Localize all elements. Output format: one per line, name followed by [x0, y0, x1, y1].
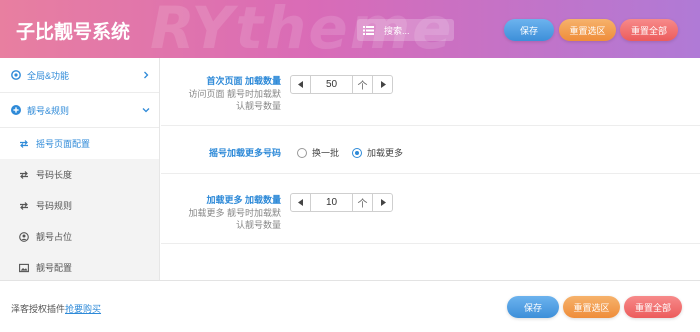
decrement-button[interactable] [291, 194, 311, 211]
setting-label: 加载更多 加载数量 [206, 195, 281, 205]
sidebar-item-number-length[interactable]: 号码长度 [0, 159, 159, 190]
sidebar-item-label: 摇号页面配置 [36, 139, 91, 149]
unit-label: 个 [352, 76, 372, 93]
license-label: 泽客授权插件 [11, 304, 66, 314]
header-bar: RYtheme 子比靓号系统 搜索... 保存 重置选区 重置全部 [0, 0, 700, 58]
caret-right-icon [380, 81, 386, 88]
unit-label: 个 [352, 194, 372, 211]
sidebar-section-label: 靓号&规则 [27, 105, 70, 116]
chevron-right-icon [144, 71, 149, 79]
swap-icon [20, 201, 28, 210]
footer-bar: 泽客授权插件抢要购买 保存 重置选区 重置全部 [0, 280, 700, 332]
swap-icon [20, 139, 28, 148]
sidebar-item-label: 靓号占位 [36, 232, 73, 242]
sidebar-item-number-rules[interactable]: 号码规则 [0, 190, 159, 221]
sidebar-section-rules[interactable]: 靓号&规则 [0, 93, 159, 128]
reset-all-button[interactable]: 重置全部 [620, 19, 678, 41]
app-title: 子比靓号系统 [16, 21, 131, 43]
sidebar-item-label: 号码长度 [36, 170, 73, 180]
first-load-stepper[interactable]: 50 个 [290, 75, 393, 94]
caret-left-icon [297, 199, 303, 206]
sidebar: 全局&功能 靓号&规则 摇号页面配置 号码长度 号码规则 靓号占位 靓号配置 [0, 58, 160, 280]
setting-label: 摇号加载更多号码 [208, 148, 281, 158]
list-icon [363, 25, 374, 35]
increment-button[interactable] [372, 194, 392, 211]
increment-button[interactable] [372, 76, 392, 93]
sidebar-section-global[interactable]: 全局&功能 [0, 58, 159, 93]
load-more-value[interactable]: 10 [311, 194, 352, 211]
footer-reset-all-button[interactable]: 重置全部 [624, 296, 682, 318]
save-button[interactable]: 保存 [504, 19, 554, 41]
setting-label: 首次页面 加载数量 [206, 76, 281, 86]
radio-label: 换一批 [312, 148, 340, 158]
user-icon [19, 231, 29, 242]
sidebar-section-label: 全局&功能 [27, 70, 70, 81]
gear-icon [11, 70, 21, 80]
footer-save-button[interactable]: 保存 [507, 296, 559, 318]
load-more-stepper[interactable]: 10 个 [290, 193, 393, 212]
radio-label: 加载更多 [367, 148, 404, 158]
search-label: 搜索... [384, 25, 410, 36]
image-icon [19, 263, 29, 272]
license-text: 泽客授权插件抢要购买 [11, 302, 101, 315]
first-load-value[interactable]: 50 [311, 76, 352, 93]
radio-option-swap-batch[interactable]: 换一批 [297, 146, 339, 159]
setting-load-more-count: 加载更多 加载数量 加载更多 靓号时加载默 认靓号数量 10 个 [161, 174, 700, 244]
sidebar-item-number-config[interactable]: 靓号配置 [0, 252, 159, 283]
purchase-link[interactable]: 抢要购买 [65, 304, 101, 314]
setting-first-load: 首次页面 加载数量 访问页面 靓号时加载默 认靓号数量 50 个 [161, 58, 700, 126]
sidebar-item-placeholder[interactable]: 靓号占位 [0, 221, 159, 252]
radio-circle[interactable] [297, 147, 307, 158]
setting-description: 加载更多 靓号时加载默 认靓号数量 [188, 208, 281, 230]
radio-option-load-more[interactable]: 加载更多 [352, 146, 403, 159]
sidebar-item-label: 号码规则 [36, 201, 73, 211]
footer-reset-section-button[interactable]: 重置选区 [563, 296, 620, 318]
settings-panel: 首次页面 加载数量 访问页面 靓号时加载默 认靓号数量 50 个 摇号加载更多号… [161, 58, 700, 280]
chevron-down-icon [142, 108, 150, 113]
caret-left-icon [297, 81, 303, 88]
plus-circle-icon [11, 105, 21, 115]
decrement-button[interactable] [291, 76, 311, 93]
setting-description: 访问页面 靓号时加载默 认靓号数量 [188, 89, 281, 111]
radio-circle-selected[interactable] [352, 147, 362, 158]
sidebar-item-label: 靓号配置 [36, 263, 73, 273]
sidebar-item-page-config[interactable]: 摇号页面配置 [0, 128, 159, 159]
setting-load-more-mode: 摇号加载更多号码 换一批 加载更多 [161, 126, 700, 174]
search-button[interactable]: 搜索... [357, 19, 454, 41]
reset-section-button[interactable]: 重置选区 [559, 19, 616, 41]
caret-right-icon [380, 199, 386, 206]
swap-icon [20, 170, 28, 179]
